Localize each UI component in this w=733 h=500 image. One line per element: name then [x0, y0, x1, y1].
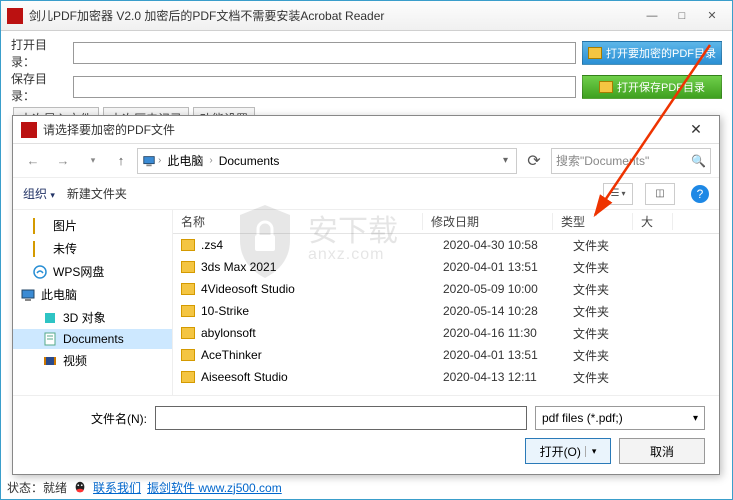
- save-dir-label: 保存目录：: [11, 70, 67, 104]
- dialog-icon: [21, 122, 37, 138]
- folder-icon: [181, 283, 195, 295]
- nav-up-button[interactable]: ↑: [111, 153, 131, 168]
- folder-open-icon: [588, 47, 602, 59]
- file-filter-dropdown[interactable]: pdf files (*.pdf;) ▾: [535, 406, 705, 430]
- search-input[interactable]: 搜索"Documents" 🔍: [551, 148, 711, 174]
- pc-icon: [142, 154, 156, 168]
- filename-label: 文件名(N):: [27, 410, 147, 427]
- folder-icon: [181, 349, 195, 361]
- folder-icon: [33, 219, 47, 233]
- nav-recent-button[interactable]: ▾: [81, 149, 105, 173]
- file-open-dialog: 请选择要加密的PDF文件 ✕ ← → ▾ ↑ › 此电脑 › Documents…: [12, 115, 720, 475]
- search-placeholder: 搜索"Documents": [556, 152, 649, 169]
- tree-item[interactable]: Documents: [13, 329, 172, 349]
- contact-link[interactable]: 联系我们: [93, 479, 141, 496]
- dialog-close-button[interactable]: ✕: [681, 121, 711, 138]
- folder-icon: [181, 239, 195, 251]
- folder-icon: [181, 327, 195, 339]
- tree-item[interactable]: 未传: [13, 237, 172, 260]
- nav-back-button[interactable]: ←: [21, 149, 45, 173]
- file-row[interactable]: 10-Strike2020-05-14 10:28文件夹: [173, 300, 719, 322]
- file-row[interactable]: .zs42020-04-30 10:58文件夹: [173, 234, 719, 256]
- folder-icon: [181, 305, 195, 317]
- folder-icon: [181, 371, 195, 383]
- column-type[interactable]: 类型: [553, 213, 633, 230]
- help-icon[interactable]: ?: [691, 185, 709, 203]
- folder-open-icon: [599, 81, 613, 93]
- tree-item[interactable]: 视频: [13, 349, 172, 372]
- folder-icon: [181, 261, 195, 273]
- file-row[interactable]: AceThinker2020-04-01 13:51文件夹: [173, 344, 719, 366]
- column-size[interactable]: 大: [633, 213, 673, 230]
- chevron-right-icon: ›: [158, 155, 161, 166]
- open-dir-input[interactable]: [73, 42, 576, 64]
- company-link[interactable]: 振剑软件 www.zj500.com: [147, 479, 282, 496]
- dialog-nav: ← → ▾ ↑ › 此电脑 › Documents ▾ ⟳ 搜索"Documen…: [13, 144, 719, 178]
- dialog-toolbar: 组织 ▾ 新建文件夹 ☰ ▾ ◫ ?: [13, 178, 719, 210]
- dialog-titlebar: 请选择要加密的PDF文件 ✕: [13, 116, 719, 144]
- status-text: 状态：就绪: [7, 479, 67, 496]
- file-row[interactable]: Aiseesoft Studio2020-04-13 12:11文件夹: [173, 366, 719, 388]
- folder-icon: [33, 242, 47, 256]
- filename-input[interactable]: [155, 406, 527, 430]
- close-button[interactable]: ✕: [698, 6, 726, 26]
- save-dir-input[interactable]: [73, 76, 576, 98]
- wps-icon: [33, 265, 47, 279]
- open-dir-label: 打开目录：: [11, 36, 67, 70]
- tree-item[interactable]: WPS网盘: [13, 260, 172, 283]
- dialog-title: 请选择要加密的PDF文件: [43, 121, 681, 138]
- chevron-down-icon: ▾: [585, 446, 597, 457]
- organize-button[interactable]: 组织 ▾: [23, 185, 55, 202]
- file-list-header: 名称 修改日期 类型 大: [173, 210, 719, 234]
- breadcrumb-dropdown[interactable]: ▾: [499, 155, 512, 166]
- file-row[interactable]: 3ds Max 20212020-04-01 13:51文件夹: [173, 256, 719, 278]
- window-title: 剑儿PDF加密器 V2.0 加密后的PDF文档不需要安装Acrobat Read…: [29, 7, 638, 24]
- cancel-button[interactable]: 取消: [619, 438, 705, 464]
- file-list: .zs42020-04-30 10:58文件夹3ds Max 20212020-…: [173, 234, 719, 395]
- file-row[interactable]: 4Videosoft Studio2020-05-09 10:00文件夹: [173, 278, 719, 300]
- folder-tree: 图片未传WPS网盘此电脑3D 对象Documents视频: [13, 210, 173, 395]
- column-date[interactable]: 修改日期: [423, 213, 553, 230]
- open-encrypt-dir-button[interactable]: 打开要加密的PDF目录: [582, 41, 722, 65]
- preview-pane-button[interactable]: ◫: [645, 183, 675, 205]
- main-titlebar: 剑儿PDF加密器 V2.0 加密后的PDF文档不需要安装Acrobat Read…: [1, 1, 732, 31]
- app-icon: [7, 8, 23, 24]
- search-icon: 🔍: [691, 154, 706, 168]
- doc-icon: [43, 332, 57, 346]
- view-mode-button[interactable]: ☰ ▾: [603, 183, 633, 205]
- chevron-right-icon: ›: [209, 155, 212, 166]
- video-icon: [43, 354, 57, 368]
- chevron-down-icon: ▾: [693, 413, 698, 424]
- breadcrumb[interactable]: › 此电脑 › Documents ▾: [137, 148, 517, 174]
- refresh-button[interactable]: ⟳: [523, 151, 545, 171]
- open-button[interactable]: 打开(O)▾: [525, 438, 611, 464]
- status-bar: 状态：就绪 联系我们 振剑软件 www.zj500.com: [7, 477, 726, 497]
- 3d-icon: [43, 311, 57, 325]
- tree-item[interactable]: 3D 对象: [13, 306, 172, 329]
- crumb-current[interactable]: Documents: [215, 152, 284, 170]
- qq-icon: [73, 480, 87, 494]
- maximize-button[interactable]: □: [668, 6, 696, 26]
- minimize-button[interactable]: —: [638, 6, 666, 26]
- pc-icon: [21, 288, 35, 302]
- open-save-dir-button[interactable]: 打开保存PDF目录: [582, 75, 722, 99]
- tree-item[interactable]: 图片: [13, 214, 172, 237]
- nav-forward-button[interactable]: →: [51, 149, 75, 173]
- crumb-root[interactable]: 此电脑: [163, 150, 207, 171]
- new-folder-button[interactable]: 新建文件夹: [67, 185, 127, 202]
- file-row[interactable]: abylonsoft2020-04-16 11:30文件夹: [173, 322, 719, 344]
- tree-item[interactable]: 此电脑: [13, 283, 172, 306]
- column-name[interactable]: 名称: [173, 213, 423, 230]
